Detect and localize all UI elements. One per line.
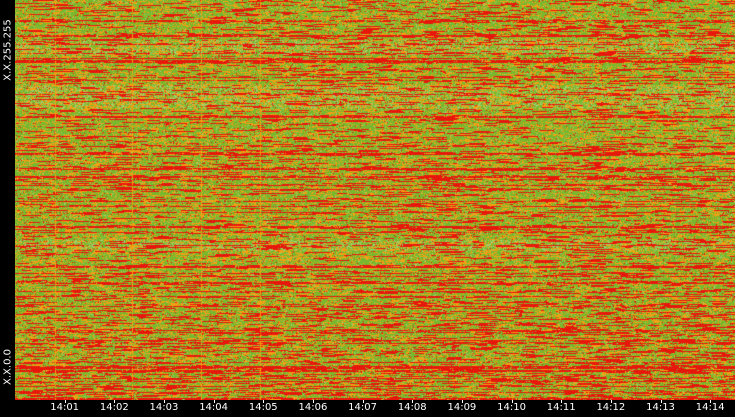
x-tick-label: 14:07 <box>348 402 377 413</box>
x-tick-label: 14:09 <box>447 402 477 413</box>
x-tick-label: 14:05 <box>248 402 278 413</box>
x-tick-label: 14:03 <box>149 402 179 413</box>
y-tick-label-top-text: X.X.255.255 <box>2 19 13 81</box>
x-tick-label: 14:04 <box>199 402 229 413</box>
x-tick-label: 14:12 <box>596 402 626 413</box>
ip-heatmap-chart: X.X.255.255 X.X.0.0 14:01 14:02 14:03 14:04… <box>0 0 735 415</box>
x-tick-label: 14:08 <box>397 402 427 413</box>
heatmap-plot-area <box>15 0 735 400</box>
x-tick-label: 14:13 <box>646 402 675 413</box>
x-axis: 14:01 14:02 14:03 14:04 14:05 14:06 14:07 14:08… <box>15 400 735 415</box>
x-tick-label: 14:11 <box>546 402 576 413</box>
x-tick-label: 14:06 <box>298 402 328 413</box>
x-tick-label: 14:02 <box>99 402 129 413</box>
y-tick-label-bottom-text: X.X.0.0 <box>2 349 13 385</box>
y-tick-label-bottom: X.X.0.0 <box>0 317 15 417</box>
x-tick-label: 14:10 <box>497 402 526 413</box>
x-tick-label: 14:01 <box>50 402 80 413</box>
x-tick-label: 14:14 <box>695 402 725 413</box>
y-tick-label-top: X.X.255.255 <box>0 0 15 100</box>
